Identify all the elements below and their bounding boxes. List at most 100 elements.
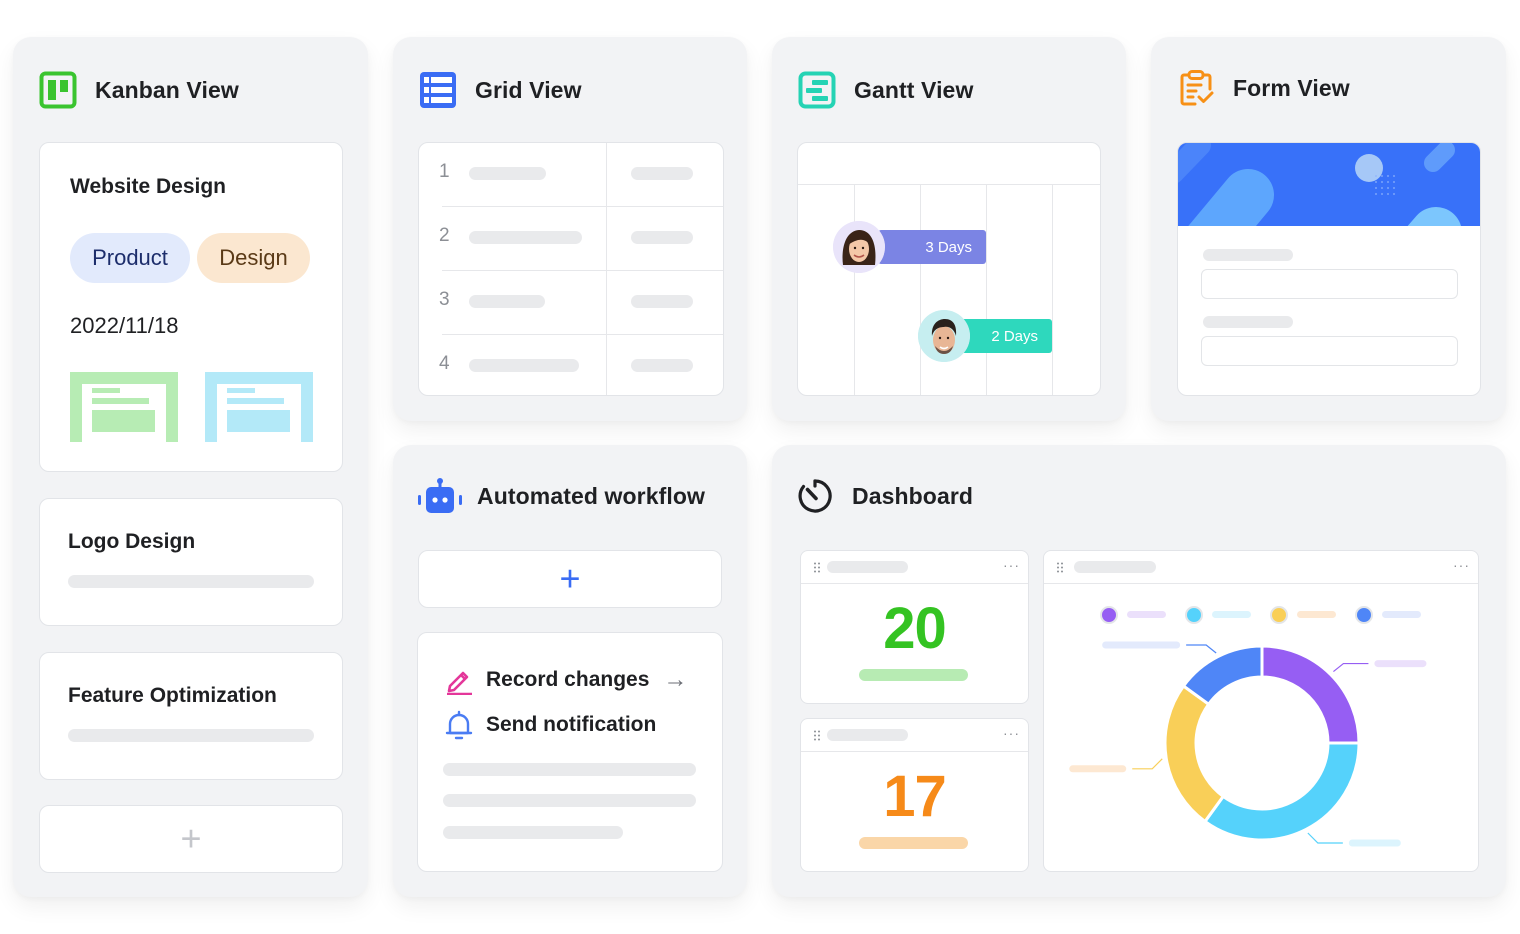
card-date: 2022/11/18 [70, 313, 179, 338]
task-duration: 2 Days [991, 327, 1038, 345]
grid-view-panel: Grid View 1 2 3 4 [393, 37, 747, 421]
gantt-header: Gantt View [798, 71, 973, 109]
robot-icon [417, 477, 463, 515]
row-number: 1 [439, 161, 450, 182]
placeholder-line [443, 826, 623, 839]
placeholder-line [443, 763, 696, 776]
timeline-header-divider [798, 184, 1100, 185]
more-options-icon[interactable]: ··· [1003, 725, 1020, 741]
slice-label-yellow [1069, 765, 1127, 773]
legend-dot-purple [1100, 606, 1118, 624]
cell-placeholder [469, 167, 546, 180]
legend-label-blue [1382, 611, 1421, 618]
arrow-right-icon: → [663, 666, 688, 693]
gantt-chart-icon [798, 71, 836, 109]
row-number: 4 [439, 353, 450, 374]
slice-label-cyan [1348, 839, 1401, 847]
table-row[interactable]: 3 [419, 271, 723, 335]
kanban-card-feature-optimization[interactable]: Feature Optimization [39, 652, 343, 780]
kanban-board-icon [39, 71, 77, 109]
table-grid-icon [419, 71, 457, 109]
stopwatch-icon [796, 477, 834, 515]
widget-title-placeholder [827, 561, 908, 573]
bell-icon [444, 710, 474, 740]
widget-title-placeholder [827, 729, 908, 741]
field-label-placeholder [1203, 316, 1293, 328]
donut-chart-widget[interactable]: ··· [1043, 550, 1479, 872]
form-input-field[interactable] [1201, 336, 1458, 366]
form-title: Form View [1233, 74, 1350, 101]
legend-label-cyan [1212, 611, 1251, 618]
workflow-step-send-notification[interactable]: Send notification [444, 710, 656, 740]
drag-handle-icon[interactable] [813, 730, 821, 741]
gantt-view-panel: Gantt View 3 Days 2 Days [772, 37, 1126, 421]
automated-workflow-panel: Automated workflow + Record changes → Se… [393, 445, 747, 897]
drag-handle-icon[interactable] [813, 562, 821, 573]
legend-label-yellow [1297, 611, 1336, 618]
row-number: 2 [439, 225, 450, 246]
card-title: Feature Optimization [68, 684, 277, 707]
tag-design[interactable]: Design [197, 233, 310, 283]
legend-dot-yellow [1270, 606, 1288, 624]
clipboard-check-icon [1177, 69, 1215, 107]
stat-bar [859, 669, 968, 681]
kanban-header: Kanban View [39, 71, 239, 109]
card-title: Logo Design [68, 530, 196, 553]
slice-label-purple [1374, 660, 1427, 668]
donut-slice-blue [1181, 644, 1264, 707]
gantt-title: Gantt View [854, 76, 974, 103]
leader-line-blue [1186, 644, 1217, 654]
drag-handle-icon[interactable] [1056, 562, 1064, 573]
plus-icon: + [559, 557, 581, 599]
gantt-task-bar[interactable]: 3 Days [878, 230, 986, 264]
placeholder-line [68, 729, 314, 742]
pencil-edit-icon [444, 665, 474, 695]
legend-label-purple [1127, 611, 1166, 618]
woman-avatar[interactable] [833, 221, 885, 273]
task-duration: 3 Days [925, 238, 972, 256]
more-options-icon[interactable]: ··· [1003, 557, 1020, 573]
cell-placeholder [631, 295, 693, 308]
cell-placeholder [631, 167, 693, 180]
attachment-thumbnail[interactable] [205, 372, 313, 442]
workflow-header: Automated workflow [417, 477, 705, 515]
workflow-rule-card[interactable]: Record changes → Send notification [417, 632, 723, 872]
kanban-card-logo-design[interactable]: Logo Design [39, 498, 343, 626]
leader-line-purple [1333, 662, 1369, 673]
add-card-button[interactable]: + [39, 805, 343, 873]
row-number: 3 [439, 289, 450, 310]
man-avatar[interactable] [918, 310, 970, 362]
kanban-title: Kanban View [95, 76, 239, 103]
stat-widget[interactable]: ··· 20 [800, 550, 1029, 704]
kanban-card-website-design[interactable]: Website Design Product Design 2022/11/18 [39, 142, 343, 472]
table-row[interactable]: 2 [419, 207, 723, 271]
step-label: Record changes [486, 668, 650, 691]
more-options-icon[interactable]: ··· [1453, 557, 1470, 573]
table-row[interactable]: 1 [419, 143, 723, 207]
tag-product[interactable]: Product [70, 233, 190, 283]
kanban-view-panel: Kanban View Website Design Product Desig… [13, 37, 368, 897]
gantt-chart: 3 Days 2 Days [797, 142, 1101, 396]
add-automation-button[interactable]: + [418, 550, 722, 608]
grid-title: Grid View [475, 76, 582, 103]
form-banner [1178, 143, 1480, 226]
cell-placeholder [631, 231, 693, 244]
form-input-field[interactable] [1201, 269, 1458, 299]
stat-value: 20 [883, 596, 947, 661]
table-row[interactable]: 4 [419, 335, 723, 395]
dashboard-header: Dashboard [796, 477, 973, 515]
stat-widget[interactable]: ··· 17 [800, 718, 1029, 872]
leader-line-cyan [1307, 832, 1343, 844]
placeholder-line [68, 575, 314, 588]
plus-icon: + [180, 817, 202, 859]
attachment-thumbnail[interactable] [70, 372, 178, 442]
workflow-step-record-changes[interactable]: Record changes → [444, 665, 687, 695]
cell-placeholder [469, 295, 545, 308]
cell-placeholder [469, 359, 579, 372]
slice-label-blue [1102, 641, 1181, 649]
gantt-task-bar[interactable]: 2 Days [958, 319, 1052, 353]
form-view-panel: Form View [1151, 37, 1506, 421]
field-label-placeholder [1203, 249, 1293, 261]
stat-bar [859, 837, 968, 849]
donut-slice-purple [1260, 644, 1361, 745]
